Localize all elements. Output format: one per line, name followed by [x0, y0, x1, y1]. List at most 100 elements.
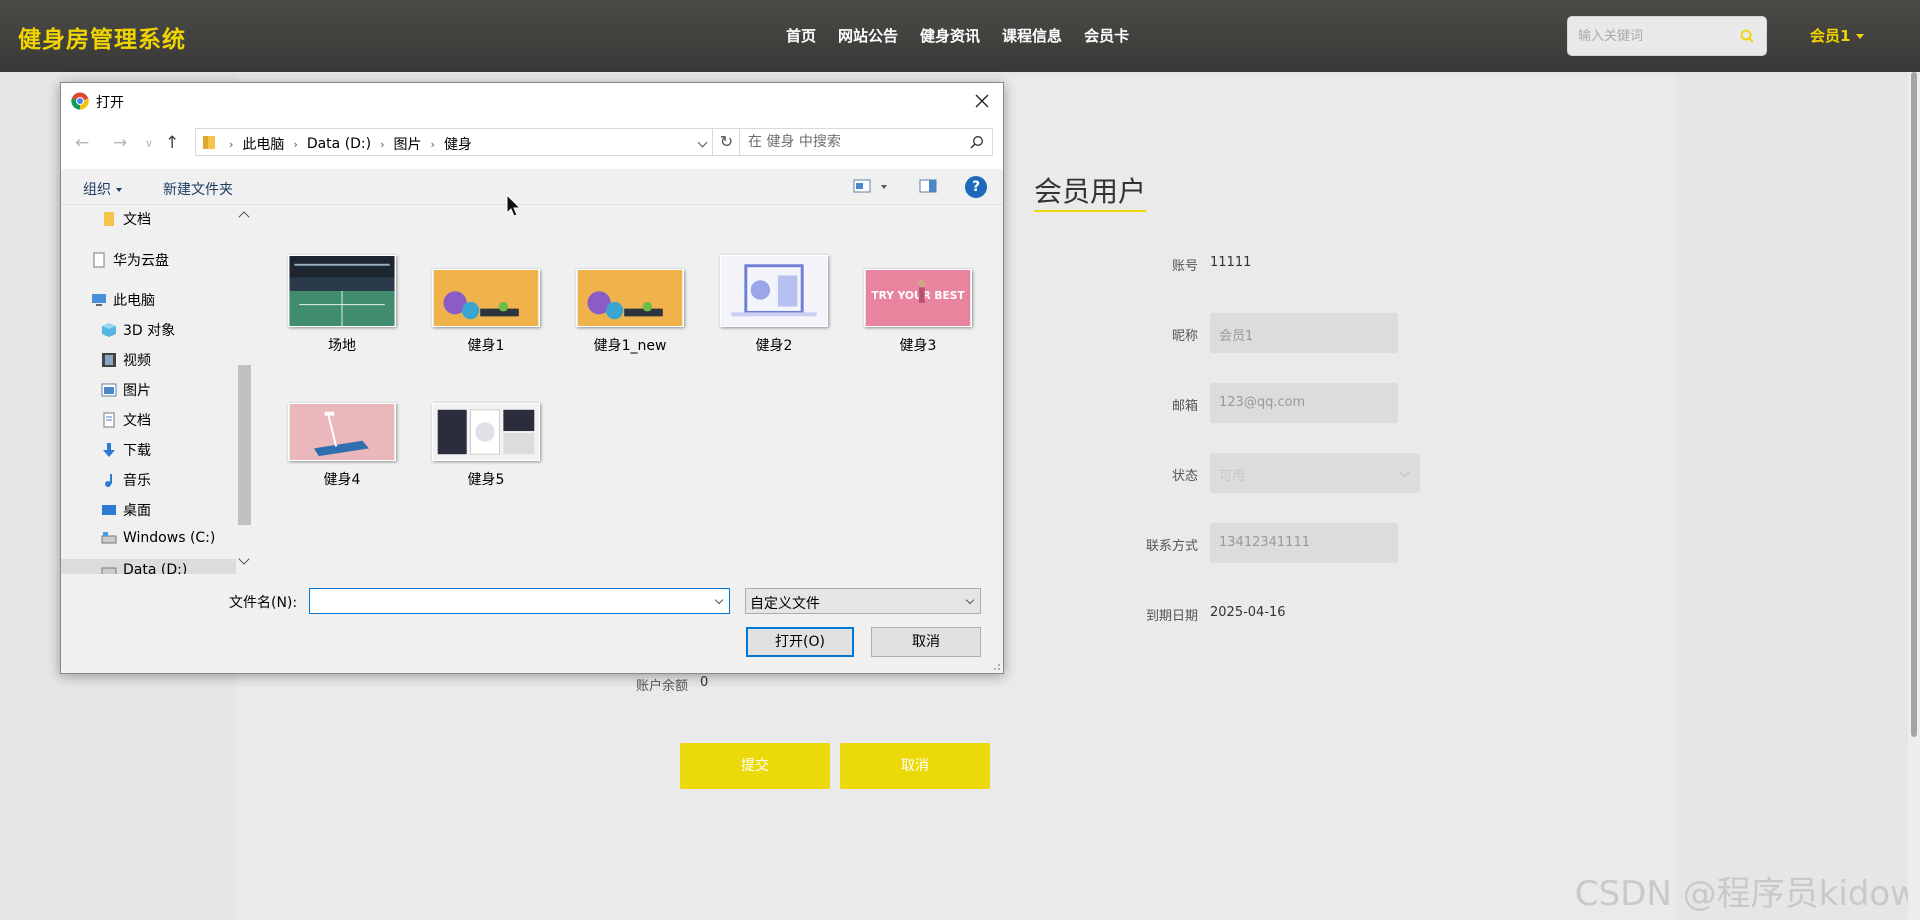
tree-item-desktop[interactable]: 桌面	[101, 500, 151, 520]
forward-arrow-icon[interactable]: →	[113, 133, 127, 153]
filename-combobox	[309, 588, 730, 614]
tree-item-huawei-cloud[interactable]: 华为云盘	[91, 250, 169, 270]
file-item-fitness4[interactable]: 健身4	[282, 403, 402, 489]
status-select[interactable]: 可用	[1210, 453, 1420, 493]
recent-chevron-icon[interactable]: ∨	[145, 137, 153, 150]
user-menu[interactable]: 会员1	[1810, 25, 1865, 46]
organize-menu[interactable]: 组织	[83, 179, 122, 199]
file-item-fitness1[interactable]: 健身1	[426, 255, 546, 355]
chevron-down-icon	[1399, 467, 1410, 478]
fitness2-thumbnail	[720, 255, 828, 327]
filename-label: 文件名(N):	[229, 595, 298, 611]
tree-item-documents-top[interactable]: 文档	[101, 209, 151, 229]
file-grid: 场地 健身1 健身1_new 健身2 TRY YOUR BEST 健身3 健身4…	[255, 205, 1003, 574]
breadcrumb-fitness[interactable]: 健身	[444, 134, 472, 154]
preview-pane-icon[interactable]	[919, 179, 937, 193]
refresh-icon[interactable]: ↻	[713, 128, 741, 156]
dialog-toolbar: 组织 新建文件夹 ?	[61, 169, 1003, 205]
dialog-titlebar[interactable]: 打开	[61, 83, 1003, 119]
search-icon[interactable]	[970, 135, 984, 149]
account-value: 11111	[1210, 255, 1252, 270]
cloud-drive-icon	[93, 252, 105, 268]
breadcrumb-this-pc[interactable]: 此电脑	[242, 134, 284, 154]
tree-item-music[interactable]: 音乐	[101, 470, 151, 490]
user-name: 会员1	[1810, 27, 1851, 45]
up-arrow-icon[interactable]: ↑	[165, 133, 179, 153]
nav-fitness-news[interactable]: 健身资讯	[920, 25, 980, 46]
navigation-tree: 文档 华为云盘 此电脑 3D 对象 视频 图片 文档 下载 音乐 桌面 Wind…	[61, 205, 236, 574]
tree-item-this-pc[interactable]: 此电脑	[91, 290, 155, 310]
back-arrow-icon[interactable]: ←	[75, 133, 89, 153]
breadcrumb: › 此电脑 › Data (D:) › 图片 › 健身	[229, 134, 472, 154]
close-icon[interactable]	[973, 92, 991, 110]
new-folder-button[interactable]: 新建文件夹	[163, 179, 233, 199]
watermark: CSDN @程序员kidow	[1574, 874, 1918, 914]
contact-field[interactable]: 13412341111	[1210, 523, 1398, 563]
submit-button[interactable]: 提交	[680, 743, 830, 789]
fitness1-thumbnail	[432, 269, 540, 327]
nav-courses[interactable]: 课程信息	[1002, 25, 1062, 46]
file-item-venue[interactable]: 场地	[282, 255, 402, 355]
brand-logo[interactable]: 健身房管理系统	[18, 20, 186, 54]
nav-announcements[interactable]: 网站公告	[838, 25, 898, 46]
main-nav: 首页 网站公告 健身资讯 课程信息 会员卡	[786, 25, 1129, 46]
header-search	[1567, 16, 1767, 56]
nav-membership-card[interactable]: 会员卡	[1084, 25, 1129, 46]
filetype-select[interactable]: 自定义文件	[745, 588, 981, 614]
tree-item-windows-c[interactable]: Windows (C:)	[101, 530, 215, 546]
tree-item-videos[interactable]: 视频	[101, 350, 151, 370]
cube-icon	[102, 323, 116, 337]
tree-item-data-d[interactable]: Data (D:)	[61, 559, 236, 574]
file-item-fitness2[interactable]: 健身2	[714, 255, 834, 355]
tree-item-downloads[interactable]: 下载	[101, 440, 151, 460]
fitness4-thumbnail	[288, 403, 396, 461]
file-item-fitness1-new[interactable]: 健身1_new	[570, 255, 690, 355]
resize-grip-icon[interactable]	[991, 661, 1001, 671]
file-item-fitness5[interactable]: 健身5	[426, 403, 546, 489]
search-input[interactable]	[1568, 17, 1728, 55]
dialog-footer: 文件名(N): 自定义文件 打开(O) 取消	[61, 574, 1003, 673]
drive-icon	[101, 532, 117, 544]
nav-home[interactable]: 首页	[786, 25, 816, 46]
view-mode-icon[interactable]	[853, 179, 871, 193]
documents-icon	[103, 412, 115, 428]
expiry-label: 到期日期	[1145, 609, 1198, 624]
account-label: 账号	[1171, 259, 1198, 274]
open-button[interactable]: 打开(O)	[746, 627, 854, 657]
search-icon[interactable]	[1740, 29, 1754, 43]
file-item-fitness3[interactable]: TRY YOUR BEST 健身3	[858, 255, 978, 355]
tree-item-pictures[interactable]: 图片	[101, 380, 151, 400]
folder-icon	[104, 212, 114, 226]
filename-input[interactable]	[310, 589, 705, 613]
scrollbar-thumb[interactable]	[1911, 72, 1917, 737]
caret-down-icon	[116, 188, 122, 192]
scroll-down-icon[interactable]	[238, 553, 250, 565]
tree-item-3d-objects[interactable]: 3D 对象	[101, 320, 175, 340]
breadcrumb-data-drive[interactable]: Data (D:)	[307, 136, 371, 152]
title-underline	[1034, 210, 1146, 212]
tree-scrollbar[interactable]	[236, 205, 253, 574]
folder-icon	[203, 136, 215, 149]
file-open-dialog: 打开 ← → ∨ ↑ › 此电脑 › Data (D:) › 图片 › 健身 ↻	[60, 82, 1004, 674]
address-bar[interactable]: › 此电脑 › Data (D:) › 图片 › 健身	[195, 128, 713, 156]
status-value: 可用	[1219, 469, 1246, 484]
email-field[interactable]: 123@qq.com	[1210, 383, 1398, 423]
tree-item-documents[interactable]: 文档	[101, 410, 151, 430]
desktop-icon	[102, 505, 116, 515]
nickname-field[interactable]: 会员1	[1210, 313, 1398, 353]
view-options-caret-icon[interactable]	[881, 185, 887, 189]
scroll-up-icon[interactable]	[238, 211, 250, 223]
breadcrumb-pictures[interactable]: 图片	[394, 134, 422, 154]
cancel-button[interactable]: 取消	[840, 743, 990, 789]
chrome-icon	[71, 92, 89, 110]
fitness3-thumbnail: TRY YOUR BEST	[864, 269, 972, 327]
dialog-cancel-button[interactable]: 取消	[871, 627, 981, 657]
chevron-down-icon[interactable]	[697, 137, 708, 148]
chevron-down-icon[interactable]	[714, 595, 724, 605]
page-scrollbar[interactable]	[1908, 72, 1920, 920]
help-icon[interactable]: ?	[965, 176, 987, 198]
tree-scrollbar-thumb[interactable]	[238, 365, 251, 525]
fitness3-thumbnail-text: TRY YOUR BEST	[871, 289, 965, 302]
folder-search-input[interactable]	[740, 129, 950, 155]
download-icon	[103, 443, 115, 457]
